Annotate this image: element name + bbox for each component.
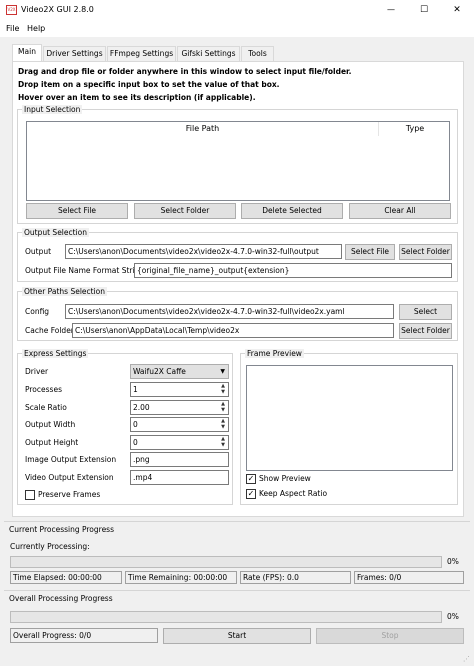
overall-progress-divider <box>4 590 470 591</box>
scale-ratio-label: Scale Ratio <box>25 403 67 412</box>
current-progress-divider <box>4 521 470 522</box>
tab-main[interactable]: Main <box>12 44 42 62</box>
output-selection-group: Output Selection Output C:\Users\anon\Do… <box>17 228 458 282</box>
delete-selected-button[interactable]: Delete Selected <box>241 203 343 219</box>
keep-aspect-ratio-label: Keep Aspect Ratio <box>259 489 328 498</box>
input-selection-title: Input Selection <box>22 105 83 114</box>
output-width-stepper[interactable]: 0 ▲ ▼ <box>130 417 229 432</box>
frame-preview-area <box>246 365 453 471</box>
spin-arrows-icon[interactable]: ▲ ▼ <box>219 418 227 430</box>
current-progress-percent: 0% <box>447 557 459 566</box>
output-width-value: 0 <box>133 420 138 429</box>
output-label: Output <box>25 247 52 256</box>
input-select-folder-button[interactable]: Select Folder <box>134 203 236 219</box>
config-select-button[interactable]: Select <box>399 304 452 320</box>
current-progress-title: Current Processing Progress <box>9 525 114 534</box>
processes-stepper[interactable]: 1 ▲ ▼ <box>130 382 229 397</box>
preserve-frames-label: Preserve Frames <box>38 490 101 499</box>
window-title: Video2X GUI 2.8.0 <box>21 5 94 14</box>
frame-preview-group: Frame Preview ✓ Show Preview ✓ Keep Aspe… <box>240 349 458 505</box>
menu-help[interactable]: Help <box>27 24 45 34</box>
config-label: Config <box>25 307 50 316</box>
config-path-input[interactable]: C:\Users\anon\Documents\video2x\video2x-… <box>65 304 394 319</box>
output-path-input[interactable]: C:\Users\anon\Documents\video2x\video2x-… <box>65 244 342 259</box>
time-remaining: Time Remaining: 00:00:00 <box>125 571 237 584</box>
maximize-icon[interactable]: ☐ <box>414 3 434 17</box>
processes-value: 1 <box>133 385 138 394</box>
time-elapsed: Time Elapsed: 00:00:00 <box>10 571 122 584</box>
rate-fps: Rate (FPS): 0.0 <box>240 571 351 584</box>
keep-aspect-ratio-checkbox[interactable]: ✓ <box>246 489 256 499</box>
stop-button[interactable]: Stop <box>316 628 464 644</box>
menu-file[interactable]: File <box>6 24 19 34</box>
overall-progress-percent: 0% <box>447 612 459 621</box>
input-file-table[interactable]: File Path Type <box>26 121 450 201</box>
clear-all-button[interactable]: Clear All <box>349 203 451 219</box>
scale-ratio-value: 2.00 <box>133 403 150 412</box>
show-preview-checkbox[interactable]: ✓ <box>246 474 256 484</box>
driver-select-value: Waifu2X Caffe <box>133 367 186 376</box>
image-extension-label: Image Output Extension <box>25 455 117 464</box>
title-bar: V2X Video2X GUI 2.8.0 — ☐ ✕ <box>0 0 474 20</box>
start-button[interactable]: Start <box>163 628 311 644</box>
currently-processing-label: Currently Processing: <box>10 542 90 551</box>
output-selection-title: Output Selection <box>22 228 89 237</box>
tab-gifski-settings[interactable]: Gifski Settings <box>177 46 240 61</box>
output-select-folder-button[interactable]: Select Folder <box>399 244 452 260</box>
frames-count: Frames: 0/0 <box>354 571 464 584</box>
express-settings-title: Express Settings <box>22 349 89 358</box>
output-format-label: Output File Name Format String <box>25 266 145 275</box>
video-extension-input[interactable]: .mp4 <box>130 470 229 485</box>
spin-arrows-icon[interactable]: ▲ ▼ <box>219 436 227 448</box>
close-icon[interactable]: ✕ <box>447 3 467 17</box>
minimize-icon[interactable]: — <box>381 3 401 17</box>
overall-progress-bar <box>10 611 442 623</box>
spin-arrows-icon[interactable]: ▲ ▼ <box>219 401 227 413</box>
output-select-file-button[interactable]: Select File <box>345 244 395 260</box>
cache-folder-input[interactable]: C:\Users\anon\AppData\Local\Temp\video2x <box>72 323 394 338</box>
video-extension-label: Video Output Extension <box>25 473 114 482</box>
processes-label: Processes <box>25 385 62 394</box>
instruction-3: Hover over an item to see its descriptio… <box>18 93 256 102</box>
input-selection-group: Input Selection File Path Type Select Fi… <box>17 105 458 224</box>
frame-preview-title: Frame Preview <box>245 349 304 358</box>
cache-select-folder-button[interactable]: Select Folder <box>399 323 452 339</box>
main-tab-panel: Drag and drop file or folder anywhere in… <box>12 61 464 517</box>
tab-driver-settings[interactable]: Driver Settings <box>43 46 106 61</box>
resize-grip-icon[interactable]: ⋰ <box>463 655 472 664</box>
app-icon: V2X <box>6 5 17 15</box>
instruction-1: Drag and drop file or folder anywhere in… <box>18 67 352 76</box>
overall-progress-count: Overall Progress: 0/0 <box>10 628 158 643</box>
preserve-frames-checkbox[interactable] <box>25 490 35 500</box>
tab-tools[interactable]: Tools <box>241 46 274 61</box>
cache-folder-label: Cache Folder <box>25 326 74 335</box>
output-width-label: Output Width <box>25 420 76 429</box>
other-paths-title: Other Paths Selection <box>22 287 108 296</box>
scale-ratio-stepper[interactable]: 2.00 ▲ ▼ <box>130 400 229 415</box>
image-extension-input[interactable]: .png <box>130 452 229 467</box>
output-height-label: Output Height <box>25 438 79 447</box>
input-select-file-button[interactable]: Select File <box>26 203 128 219</box>
column-header-type[interactable]: Type <box>380 122 450 136</box>
tab-ffmpeg-settings[interactable]: FFmpeg Settings <box>107 46 176 61</box>
express-settings-group: Express Settings Driver Waifu2X Caffe ▼ … <box>17 349 233 505</box>
other-paths-group: Other Paths Selection Config C:\Users\an… <box>17 287 458 341</box>
show-preview-label: Show Preview <box>259 474 311 483</box>
column-header-file-path[interactable]: File Path <box>27 122 379 136</box>
instruction-2: Drop item on a specific input box to set… <box>18 80 280 89</box>
output-format-input[interactable]: {original_file_name}_output{extension} <box>134 263 452 278</box>
overall-progress-title: Overall Processing Progress <box>9 594 113 603</box>
driver-label: Driver <box>25 367 49 376</box>
output-height-stepper[interactable]: 0 ▲ ▼ <box>130 435 229 450</box>
spin-arrows-icon[interactable]: ▲ ▼ <box>219 383 227 395</box>
current-progress-bar <box>10 556 442 568</box>
chevron-down-icon: ▼ <box>220 368 225 375</box>
driver-select[interactable]: Waifu2X Caffe ▼ <box>130 364 229 379</box>
output-height-value: 0 <box>133 438 138 447</box>
menu-bar: File Help <box>0 20 474 37</box>
